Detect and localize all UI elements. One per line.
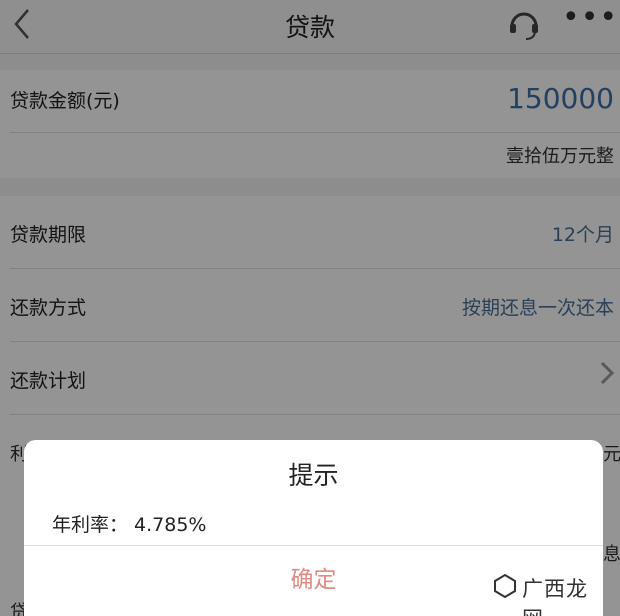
partial-row-value: 元 <box>603 444 620 465</box>
dialog-title: 提示 <box>288 461 339 490</box>
partial-row-value-2: 息 <box>603 544 620 565</box>
watermark-logo-icon <box>494 573 516 598</box>
watermark: 广西龙网 <box>492 570 608 616</box>
annual-rate-text: 年利率： 4.785% <box>52 514 207 536</box>
watermark-text: 广西龙网 <box>522 577 588 616</box>
dialog-divider <box>24 545 603 546</box>
